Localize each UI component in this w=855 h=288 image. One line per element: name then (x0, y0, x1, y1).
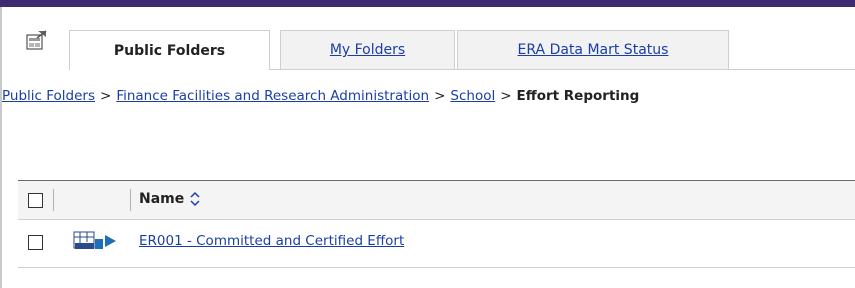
report-link[interactable]: ER001 - Committed and Certified Effort (139, 233, 404, 249)
breadcrumb: Public Folders > Finance Facilities and Re… (2, 88, 639, 104)
top-accent-bar (0, 0, 855, 7)
home-portal-icon[interactable] (24, 29, 48, 53)
column-divider (53, 189, 54, 211)
breadcrumb-current: Effort Reporting (516, 88, 640, 104)
row-checkbox[interactable] (28, 235, 43, 250)
html-report-run-icon[interactable] (72, 230, 126, 252)
tab-my-folders[interactable]: My Folders (280, 30, 455, 70)
tab-public-folders[interactable]: Public Folders (69, 30, 270, 70)
folder-tabs: Public Folders My Folders ERA Data Mart … (2, 26, 855, 70)
table-row: ER001 - Committed and Certified Effort (18, 220, 855, 268)
breadcrumb-finance[interactable]: Finance Facilities and Research Administ… (116, 88, 429, 104)
column-divider (130, 189, 131, 211)
tab-era-data-mart-status[interactable]: ERA Data Mart Status (457, 30, 729, 70)
select-all-checkbox[interactable] (28, 193, 43, 208)
breadcrumb-separator: > (434, 88, 446, 104)
name-column-label: Name (139, 191, 185, 207)
breadcrumb-separator: > (100, 88, 112, 104)
sort-icon[interactable] (189, 191, 201, 207)
folder-contents-table: Name ER001 - Committed and Certified Eff… (18, 180, 855, 270)
name-column-header[interactable]: Name (139, 191, 201, 207)
breadcrumb-separator: > (500, 88, 512, 104)
table-header: Name (18, 180, 855, 220)
breadcrumb-school[interactable]: School (450, 88, 495, 104)
breadcrumb-public-folders[interactable]: Public Folders (2, 88, 95, 104)
